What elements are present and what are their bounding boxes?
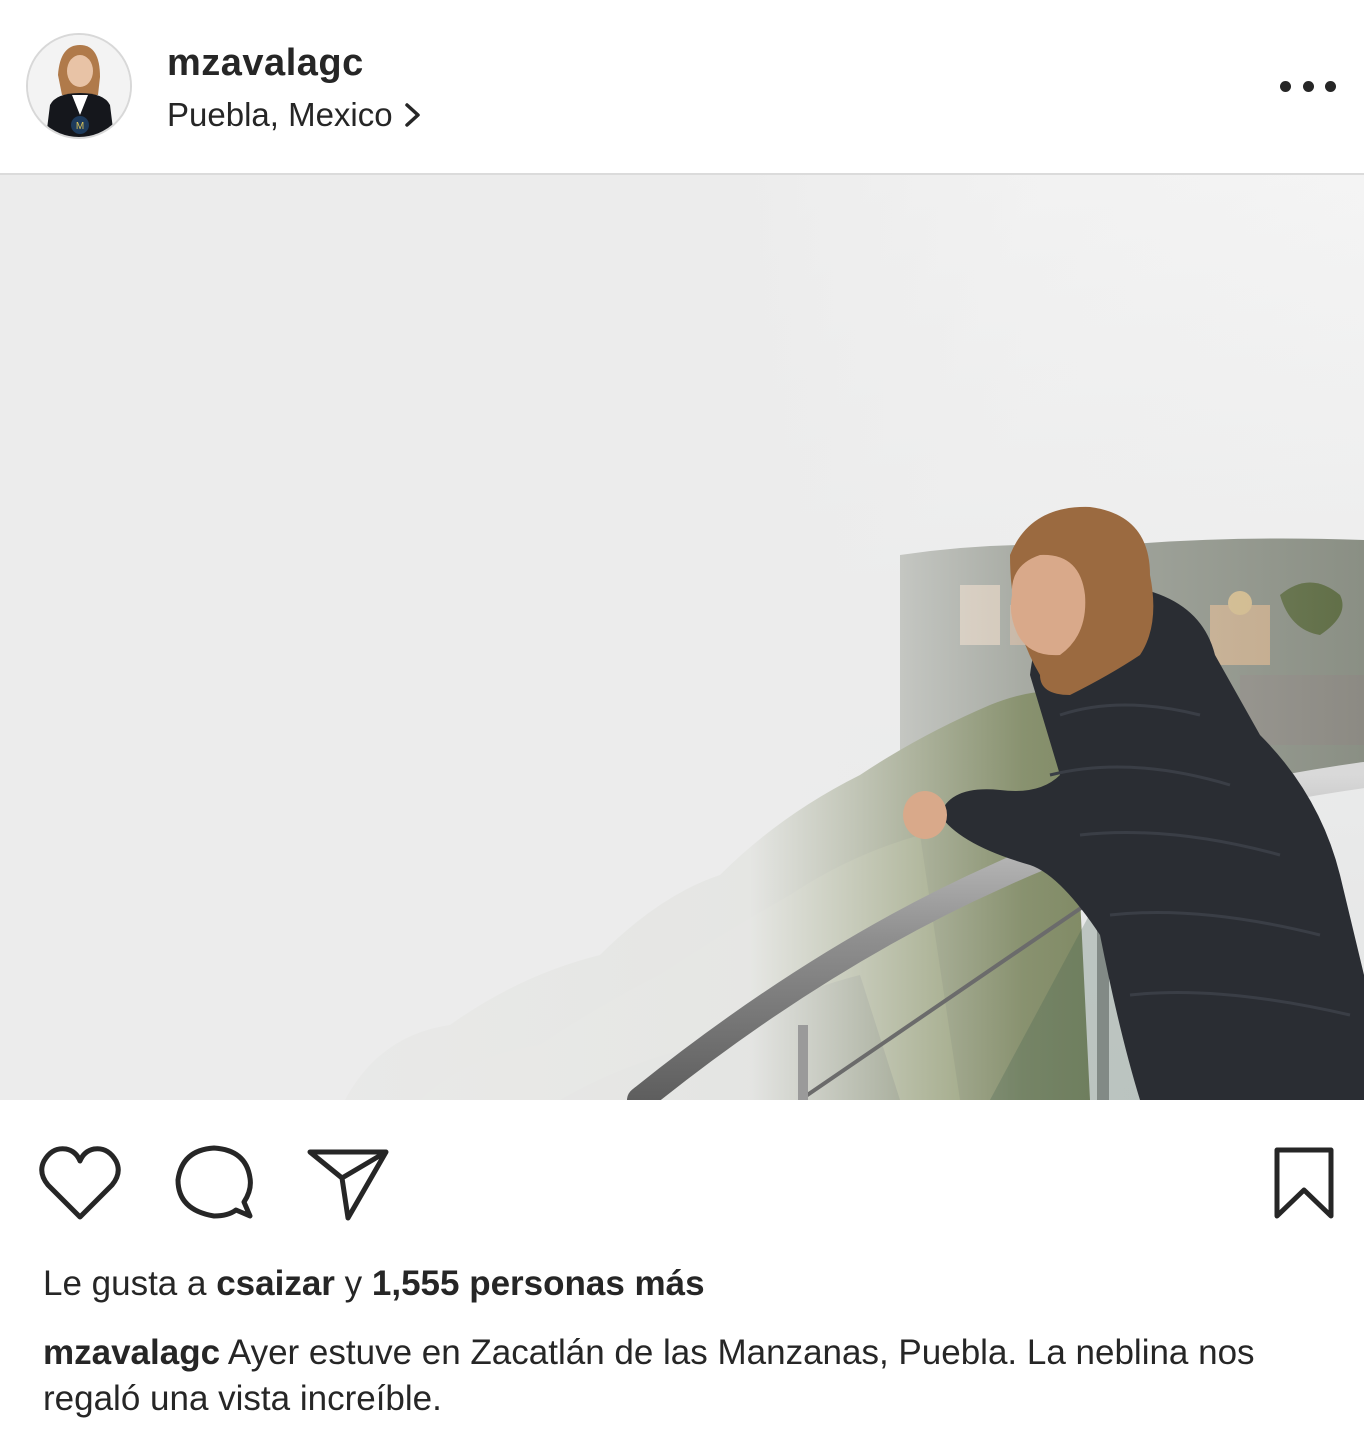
paper-plane-icon[interactable]: [306, 1146, 390, 1222]
svg-text:M: M: [76, 121, 84, 132]
more-dot: [1280, 80, 1291, 92]
heart-icon[interactable]: [38, 1145, 122, 1221]
liker-username[interactable]: csaizar: [216, 1264, 335, 1303]
photo-scene: [0, 175, 1364, 1100]
likes-joiner: y: [344, 1264, 363, 1303]
caption-text: Ayer estuve en Zacatlán de las Manzanas,…: [43, 1333, 1255, 1418]
more-dot: [1302, 80, 1314, 92]
comment-bubble-icon[interactable]: [174, 1144, 254, 1222]
bookmark-icon[interactable]: [1273, 1146, 1335, 1220]
action-bar: [0, 1100, 1364, 1250]
avatar-image: M: [28, 35, 130, 137]
likes-count[interactable]: 1,555 personas más: [372, 1264, 705, 1303]
more-options-icon[interactable]: [1280, 70, 1336, 102]
avatar[interactable]: M: [26, 33, 132, 139]
more-dot: [1325, 80, 1336, 92]
post-caption: mzavalagc Ayer estuve en Zacatlán de las…: [43, 1330, 1323, 1422]
caption-username[interactable]: mzavalagc: [43, 1333, 220, 1372]
likes-summary[interactable]: Le gusta a csaizar y 1,555 personas más: [43, 1264, 705, 1304]
location-label: Puebla, Mexico: [167, 96, 393, 133]
chevron-right-icon: [404, 103, 420, 127]
likes-prefix: Le gusta a: [43, 1264, 207, 1303]
post-header: M mzavalagc Puebla, Mexico: [0, 0, 1364, 175]
post-photo[interactable]: [0, 175, 1364, 1100]
post-username[interactable]: mzavalagc: [167, 42, 364, 85]
post-location[interactable]: Puebla, Mexico: [167, 96, 423, 134]
